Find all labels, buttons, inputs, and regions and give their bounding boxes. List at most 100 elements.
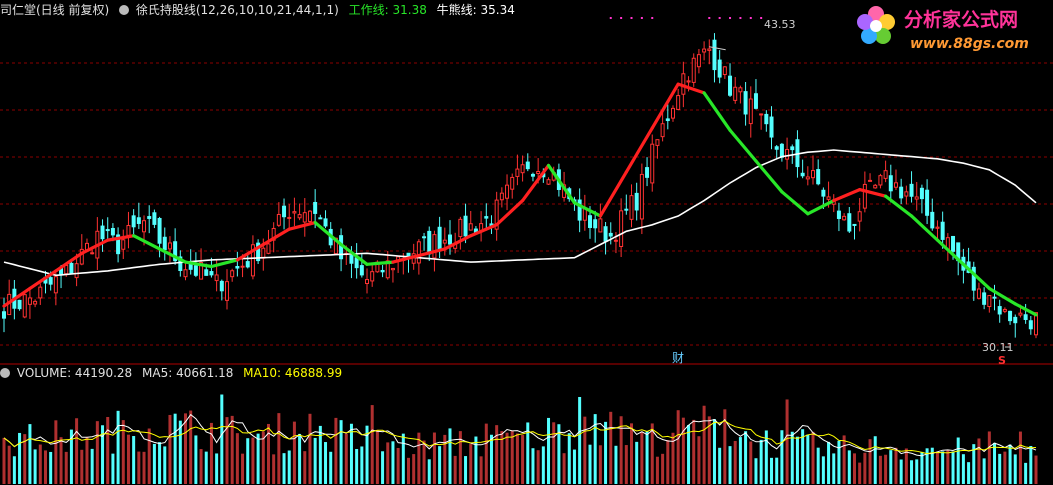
volume-bar bbox=[324, 442, 328, 484]
volume-bar bbox=[18, 432, 22, 484]
volume-bar bbox=[1024, 462, 1028, 484]
volume-bar bbox=[775, 457, 779, 484]
candle-body bbox=[873, 184, 878, 189]
candle-body bbox=[722, 66, 727, 76]
candle-body bbox=[603, 226, 608, 242]
candle-body bbox=[530, 173, 535, 177]
candle-body bbox=[909, 183, 914, 197]
signal-dot bbox=[760, 17, 763, 19]
work-line-label: 工作线: 31.38 bbox=[348, 3, 427, 17]
volume-bar bbox=[220, 394, 224, 484]
candle-body bbox=[842, 215, 847, 221]
volume-bar bbox=[189, 410, 193, 484]
candle-body bbox=[728, 75, 733, 96]
volume-bar bbox=[334, 417, 338, 484]
volume-bar bbox=[178, 420, 182, 484]
volume-bar bbox=[583, 416, 587, 484]
volume-bar bbox=[412, 454, 416, 484]
candle-body bbox=[520, 164, 525, 174]
volume-bar bbox=[878, 455, 882, 484]
candle-body bbox=[971, 266, 976, 291]
volume-bar bbox=[90, 448, 94, 484]
candle-body bbox=[230, 270, 235, 278]
volume-bar bbox=[640, 432, 644, 484]
candle-body bbox=[282, 205, 287, 218]
candle-body bbox=[639, 173, 644, 220]
volume-bar bbox=[184, 413, 188, 484]
finance-marker[interactable]: 财 bbox=[672, 349, 684, 366]
volume-bar bbox=[609, 411, 613, 484]
candle-body bbox=[593, 219, 598, 229]
candle-body bbox=[976, 288, 981, 299]
work-line-segment bbox=[417, 247, 447, 258]
candle-body bbox=[805, 176, 810, 180]
candle-body bbox=[769, 116, 774, 138]
volume-bar bbox=[1003, 451, 1007, 484]
volume-bar bbox=[827, 441, 831, 484]
candle-body bbox=[126, 225, 131, 236]
volume-bar bbox=[246, 438, 250, 484]
candle-body bbox=[349, 255, 354, 264]
candle-body bbox=[1008, 310, 1013, 322]
volume-bar bbox=[884, 454, 888, 484]
candle-body bbox=[510, 176, 515, 190]
volume-bar bbox=[375, 429, 379, 484]
candle-body bbox=[650, 143, 655, 184]
volume-bar bbox=[303, 451, 307, 484]
volume-bar bbox=[298, 433, 302, 484]
candle-body bbox=[131, 215, 136, 228]
volume-bar bbox=[910, 460, 914, 484]
candle-body bbox=[458, 218, 463, 238]
candle-body bbox=[74, 263, 79, 279]
volume-bar bbox=[173, 413, 177, 484]
volume-bar bbox=[915, 459, 919, 484]
volume-bar bbox=[396, 447, 400, 484]
volume-bar bbox=[790, 431, 794, 484]
volume-bar bbox=[391, 441, 395, 484]
signal-dot bbox=[640, 17, 643, 19]
candle-body bbox=[613, 239, 618, 242]
candle-body bbox=[821, 189, 826, 197]
volume-bar bbox=[204, 451, 208, 484]
candle-body bbox=[1013, 316, 1018, 324]
volume-bar bbox=[168, 414, 172, 484]
volume-bar bbox=[313, 437, 317, 484]
volume-bar bbox=[401, 433, 405, 484]
candle-body bbox=[105, 229, 110, 232]
candle-body bbox=[167, 242, 172, 250]
volume-bar bbox=[339, 420, 343, 484]
volume-bar bbox=[806, 434, 810, 484]
chart-canvas[interactable] bbox=[0, 0, 1053, 485]
indicator-collapse-icon[interactable] bbox=[119, 5, 130, 15]
volume-bar bbox=[38, 444, 42, 484]
volume-bar bbox=[370, 405, 374, 484]
candle-body bbox=[753, 93, 758, 109]
candle-body bbox=[577, 199, 582, 221]
volume-bar bbox=[956, 437, 960, 484]
candle-body bbox=[209, 271, 214, 276]
candle-body bbox=[17, 299, 22, 310]
candle-body bbox=[1002, 308, 1007, 312]
candle-body bbox=[53, 276, 58, 294]
candle-body bbox=[193, 265, 198, 276]
volume-bar bbox=[795, 436, 799, 484]
volume-bar bbox=[116, 410, 120, 484]
volume-bar bbox=[432, 432, 436, 484]
volume-bar bbox=[59, 437, 63, 484]
volume-bar bbox=[199, 449, 203, 484]
candle-body bbox=[110, 227, 115, 236]
volume-bar bbox=[292, 421, 296, 484]
flower-logo-icon bbox=[857, 6, 895, 44]
volume-bar bbox=[744, 431, 748, 484]
volume-bar bbox=[272, 454, 276, 484]
volume-collapse-icon[interactable] bbox=[0, 368, 10, 378]
volume-bar bbox=[754, 458, 758, 484]
candle-body bbox=[432, 234, 437, 259]
volume-bar bbox=[505, 432, 509, 484]
signal-dot bbox=[749, 17, 752, 19]
candle-body bbox=[645, 167, 650, 178]
candle-body bbox=[307, 210, 312, 222]
volume-bar bbox=[692, 419, 696, 484]
candle-body bbox=[608, 232, 613, 237]
volume-bar bbox=[381, 451, 385, 484]
